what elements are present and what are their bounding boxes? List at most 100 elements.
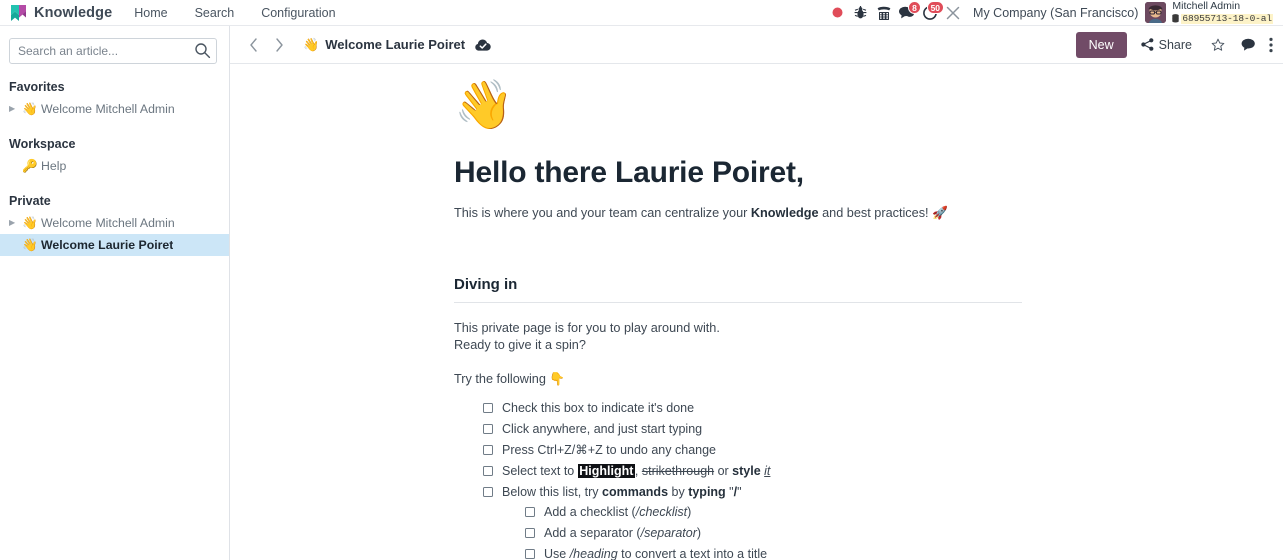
chevron-right-icon[interactable]: [266, 32, 292, 58]
sidebar-item-help[interactable]: ▶ 🔑 Help: [0, 155, 229, 177]
section-private: Private ▶ 👋 Welcome Mitchell Admin ▶ 👋 W…: [0, 194, 229, 256]
list-item[interactable]: Add a separator (/separator): [525, 525, 1024, 542]
intro-line-2: Ready to give it a spin?: [454, 337, 586, 352]
bold-text: style: [732, 463, 761, 478]
key-emoji-icon: 🔑: [22, 158, 38, 173]
list-item[interactable]: Add a checklist (/checklist): [525, 504, 1024, 521]
checklist: Check this box to indicate it's done Cli…: [454, 400, 1024, 560]
dialpad-icon[interactable]: [872, 1, 895, 25]
bug-icon[interactable]: [849, 1, 872, 25]
checkbox[interactable]: [483, 486, 493, 497]
bold-text: typing: [688, 484, 726, 499]
search-input[interactable]: [9, 38, 217, 64]
list-item[interactable]: Click anywhere, and just start typing: [483, 421, 1024, 438]
nav-search[interactable]: Search: [195, 6, 235, 20]
database-icon: [1172, 14, 1180, 23]
checkbox[interactable]: [483, 403, 493, 414]
checkbox[interactable]: [525, 528, 535, 539]
article-scroll-area[interactable]: 👋 Hello there Laurie Poiret, This is whe…: [230, 64, 1283, 560]
section-divider: [454, 302, 1022, 303]
nav-home[interactable]: Home: [134, 6, 167, 20]
user-info: Mitchell Admin 68955713-18-0-al: [1172, 0, 1273, 24]
highlight-text: Highlight: [577, 463, 635, 478]
italic-underline-text: it: [764, 463, 771, 478]
sidebar-item-label: Help: [41, 159, 67, 173]
section-favorites-title: Favorites: [9, 80, 65, 94]
text-part: Use: [544, 546, 570, 560]
app-name[interactable]: Knowledge: [34, 5, 112, 21]
share-nodes-icon: [1140, 38, 1154, 51]
strikethrough-text: strikethrough: [641, 463, 715, 478]
chevron-right-icon[interactable]: ▶: [9, 105, 22, 113]
page-title: Hello there Laurie Poiret,: [454, 156, 804, 189]
list-item[interactable]: Press Ctrl+Z/⌘+Z to undo any change: [483, 442, 1024, 459]
chevron-left-icon[interactable]: [240, 32, 266, 58]
new-button[interactable]: New: [1075, 31, 1127, 58]
chevron-right-icon[interactable]: ▶: [9, 219, 22, 227]
list-item[interactable]: Select text to Highlight, strikethrough …: [483, 463, 1024, 480]
italic-text: /heading: [569, 546, 618, 560]
wave-emoji-icon: 👋: [22, 215, 38, 230]
share-button[interactable]: Share: [1133, 32, 1200, 58]
section-heading-diving-in: Diving in: [454, 276, 518, 293]
list-item-label: Click anywhere, and just start typing: [502, 421, 702, 438]
text-part: by: [668, 484, 689, 499]
activities-clock-icon[interactable]: 50: [918, 0, 945, 25]
company-switcher[interactable]: My Company (San Francisco): [973, 6, 1138, 20]
user-menu[interactable]: Mitchell Admin 68955713-18-0-al: [1145, 0, 1275, 24]
favorite-button[interactable]: [1204, 32, 1231, 58]
sidebar-item-welcome-laurie-poiret[interactable]: ▶ 👋 Welcome Laurie Poiret: [0, 234, 229, 256]
more-options-button[interactable]: [1264, 32, 1278, 58]
nested-checklist: Add a checklist (/checklist) Add a separ…: [483, 504, 1024, 560]
list-item-label: Below this list, try commands by typing …: [502, 484, 742, 501]
app-body: Favorites ▶ 👋 Welcome Mitchell Admin Wor…: [0, 26, 1283, 560]
checkbox[interactable]: [483, 424, 493, 435]
list-item[interactable]: Check this box to indicate it's done: [483, 400, 1024, 417]
control-panel-actions: New Share: [1075, 31, 1278, 58]
italic-text: /checklist: [635, 505, 688, 520]
wave-emoji-icon: 👋: [22, 237, 38, 252]
italic-text: /separator: [640, 526, 697, 541]
checkbox[interactable]: [525, 548, 535, 559]
list-item-label: Check this box to indicate it's done: [502, 400, 694, 417]
text-part: Add a checklist (: [544, 505, 636, 520]
checkbox[interactable]: [483, 444, 493, 455]
chatter-button[interactable]: [1235, 32, 1262, 58]
page-subtitle: This is where you and your team can cent…: [454, 204, 1024, 222]
avatar: [1145, 1, 1167, 23]
list-item-label: Add a separator (/separator): [544, 525, 701, 542]
list-item-label: Select text to Highlight, strikethrough …: [502, 463, 770, 480]
list-item-label: Add a checklist (/checklist): [544, 504, 691, 521]
subtitle-part-2: and best practices! 🚀: [818, 205, 948, 220]
text-part: Press Ctrl+Z/⌘+Z to undo any change: [502, 442, 716, 457]
content-column: 👋 Welcome Laurie Poiret New Share 👋 Hell…: [230, 26, 1283, 560]
db-badge: 68955713-18-0-al: [1181, 12, 1273, 24]
tools-icon[interactable]: [941, 1, 964, 25]
bold-text: commands: [602, 484, 669, 499]
checkbox[interactable]: [525, 507, 535, 518]
top-navbar: Knowledge Home Search Configuration 8 50…: [0, 0, 1283, 26]
list-item[interactable]: Below this list, try commands by typing …: [483, 484, 1024, 501]
star-outline-icon: [1211, 38, 1224, 51]
search-icon[interactable]: [194, 42, 211, 59]
wave-emoji-icon: 👋: [454, 79, 514, 132]
breadcrumb-title[interactable]: Welcome Laurie Poiret: [325, 37, 465, 52]
kebab-menu-icon: [1269, 37, 1273, 52]
text-part: Below this list, try: [502, 484, 603, 499]
sidebar-item-welcome-mitchell-admin-private[interactable]: ▶ 👋 Welcome Mitchell Admin: [0, 212, 229, 234]
messages-icon[interactable]: 8: [895, 0, 922, 25]
sidebar-item-welcome-mitchell-admin-fav[interactable]: ▶ 👋 Welcome Mitchell Admin: [0, 98, 229, 120]
sidebar-item-label: Welcome Laurie Poiret: [41, 238, 174, 252]
checkbox[interactable]: [483, 465, 493, 476]
article-body[interactable]: 👋 Hello there Laurie Poiret, This is whe…: [454, 64, 1024, 560]
list-item[interactable]: Use /heading to convert a text into a ti…: [525, 546, 1024, 560]
sidebar-item-label: Welcome Mitchell Admin: [41, 216, 175, 230]
recording-indicator-icon[interactable]: [826, 1, 849, 25]
text-part: to convert a text into a title: [617, 546, 768, 560]
text-part: Select text to: [502, 463, 578, 478]
cloud-check-icon[interactable]: [475, 38, 491, 52]
list-item-label: Press Ctrl+Z/⌘+Z to undo any change: [502, 442, 716, 459]
bookmark-logo-icon[interactable]: [10, 4, 27, 22]
db-info: 68955713-18-0-al: [1172, 12, 1273, 24]
nav-configuration[interactable]: Configuration: [261, 6, 335, 20]
